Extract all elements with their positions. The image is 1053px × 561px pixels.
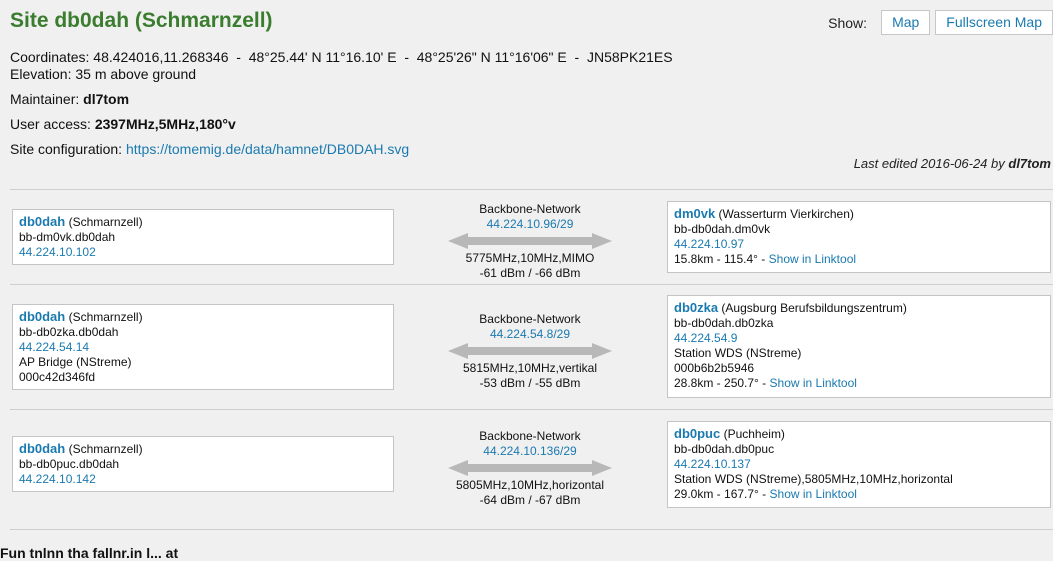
maintainer-value: dl7tom	[83, 91, 130, 107]
link-right-box: db0puc (Puchheim) bb-db0dah.db0puc 44.22…	[667, 421, 1051, 508]
link-parameters: 5775MHz,10MHz,MIMO	[465, 251, 595, 265]
left-ip-link[interactable]: 44.224.10.102	[19, 245, 96, 259]
page-title: Site db0dah (Schmarnzell)	[10, 9, 273, 32]
right-ip-link[interactable]: 44.224.10.97	[674, 237, 744, 251]
link-right-box: dm0vk (Wasserturm Vierkirchen) bb-db0dah…	[667, 201, 1051, 273]
user-access-value: 2397MHz,5MHz,180°v	[94, 116, 236, 132]
maintainer-row: Maintainer: dl7tom	[10, 91, 129, 108]
site-configuration-row: Site configuration: https://tomemig.de/d…	[10, 141, 409, 158]
left-ip-link[interactable]: 44.224.10.142	[19, 472, 96, 486]
right-callsign-link[interactable]: db0zka	[674, 300, 718, 315]
coordinates-row: Coordinates: 48.424016,11.268346 - 48°25…	[10, 49, 673, 66]
link-middle: Backbone-Network 44.224.54.8/29 5815MHz,…	[448, 312, 612, 391]
signal-strength: -53 dBm / -55 dBm	[479, 376, 581, 390]
divider	[10, 284, 1053, 285]
left-site-name: (Schmarnzell)	[68, 442, 143, 456]
right-hostname: bb-db0dah.db0zka	[674, 316, 774, 330]
left-mode: AP Bridge (NStreme)	[19, 355, 132, 369]
right-ip-link[interactable]: 44.224.10.137	[674, 457, 751, 471]
divider	[10, 409, 1053, 410]
distance-bearing: 28.8km - 250.7° -	[674, 376, 767, 390]
right-site-name: (Augsburg Berufsbildungszentrum)	[721, 301, 907, 315]
right-hostname: bb-db0dah.db0puc	[674, 442, 775, 456]
link-left-box: db0dah (Schmarnzell) bb-dm0vk.db0dah 44.…	[12, 209, 394, 265]
right-hostname: bb-db0dah.dm0vk	[674, 222, 771, 236]
right-site-name: (Wasserturm Vierkirchen)	[718, 207, 854, 221]
maintainer-label: Maintainer:	[10, 91, 80, 107]
right-callsign-link[interactable]: db0puc	[674, 426, 720, 441]
double-arrow-icon	[448, 460, 612, 476]
link-parameters: 5805MHz,10MHz,horizontal	[455, 478, 605, 492]
link-parameters: 5815MHz,10MHz,vertikal	[462, 361, 598, 375]
linktool-link[interactable]: Show in Linktool	[770, 376, 857, 390]
subnet-link[interactable]: 44.224.10.136/29	[483, 444, 576, 458]
linktool-link[interactable]: Show in Linktool	[770, 487, 857, 501]
left-hostname: bb-db0zka.db0dah	[19, 325, 119, 339]
elevation-row: Elevation: 35 m above ground	[10, 66, 197, 82]
left-hostname: bb-db0puc.db0dah	[19, 457, 120, 471]
section-heading-partial: Fun tnlnn tha fallnr.in l... at	[0, 545, 179, 561]
link-left-box: db0dah (Schmarnzell) bb-db0puc.db0dah 44…	[12, 436, 394, 492]
subnet-link[interactable]: 44.224.10.96/29	[487, 217, 574, 231]
left-site-name: (Schmarnzell)	[68, 310, 143, 324]
user-access-label: User access:	[10, 116, 91, 132]
network-type: Backbone-Network	[479, 202, 581, 216]
signal-strength: -61 dBm / -66 dBm	[479, 266, 581, 280]
right-mode: Station WDS (NStreme)	[674, 346, 802, 360]
last-edited-by: dl7tom	[1008, 156, 1051, 171]
link-right-box: db0zka (Augsburg Berufsbildungszentrum) …	[667, 295, 1051, 398]
double-arrow-icon	[448, 233, 612, 249]
divider	[10, 189, 1053, 190]
distance-bearing: 15.8km - 115.4° -	[674, 252, 766, 266]
right-site-name: (Puchheim)	[723, 427, 785, 441]
link-left-box: db0dah (Schmarnzell) bb-db0zka.db0dah 44…	[12, 304, 394, 390]
last-edited-text: Last edited 2016-06-24 by	[853, 156, 1005, 171]
subnet-link[interactable]: 44.224.54.8/29	[490, 327, 570, 341]
site-configuration-link[interactable]: https://tomemig.de/data/hamnet/DB0DAH.sv…	[126, 141, 409, 157]
right-ip-link[interactable]: 44.224.54.9	[674, 331, 737, 345]
user-access-row: User access: 2397MHz,5MHz,180°v	[10, 116, 236, 133]
map-button[interactable]: Map	[881, 10, 931, 35]
link-middle: Backbone-Network 44.224.10.136/29 5805MH…	[448, 429, 612, 508]
distance-bearing: 29.0km - 167.7° -	[674, 487, 767, 501]
site-configuration-label: Site configuration:	[10, 141, 123, 157]
last-edited: Last edited 2016-06-24 by dl7tom	[854, 156, 1051, 171]
fullscreen-map-button[interactable]: Fullscreen Map	[935, 10, 1053, 35]
left-ip-link[interactable]: 44.224.54.14	[19, 340, 89, 354]
coordinates-value: 48.424016,11.268346 - 48°25.44' N 11°16.…	[93, 49, 673, 65]
network-type: Backbone-Network	[479, 312, 581, 326]
right-mac: 000b6b2b5946	[674, 361, 755, 375]
left-site-name: (Schmarnzell)	[68, 215, 143, 229]
divider	[10, 529, 1053, 530]
double-arrow-icon	[448, 343, 612, 359]
left-callsign-link[interactable]: db0dah	[19, 441, 65, 456]
signal-strength: -64 dBm / -67 dBm	[479, 493, 581, 507]
link-middle: Backbone-Network 44.224.10.96/29 5775MHz…	[448, 202, 612, 281]
left-hostname: bb-dm0vk.db0dah	[19, 230, 116, 244]
right-mode: Station WDS (NStreme),5805MHz,10MHz,hori…	[674, 472, 953, 486]
network-type: Backbone-Network	[479, 429, 581, 443]
left-mac: 000c42d346fd	[19, 370, 96, 384]
show-label: Show:	[828, 14, 868, 31]
left-callsign-link[interactable]: db0dah	[19, 309, 65, 324]
map-controls: Show: Map Fullscreen Map	[828, 10, 1053, 35]
right-callsign-link[interactable]: dm0vk	[674, 206, 715, 221]
linktool-link[interactable]: Show in Linktool	[769, 252, 856, 266]
left-callsign-link[interactable]: db0dah	[19, 214, 65, 229]
coordinates-label: Coordinates:	[10, 49, 90, 65]
